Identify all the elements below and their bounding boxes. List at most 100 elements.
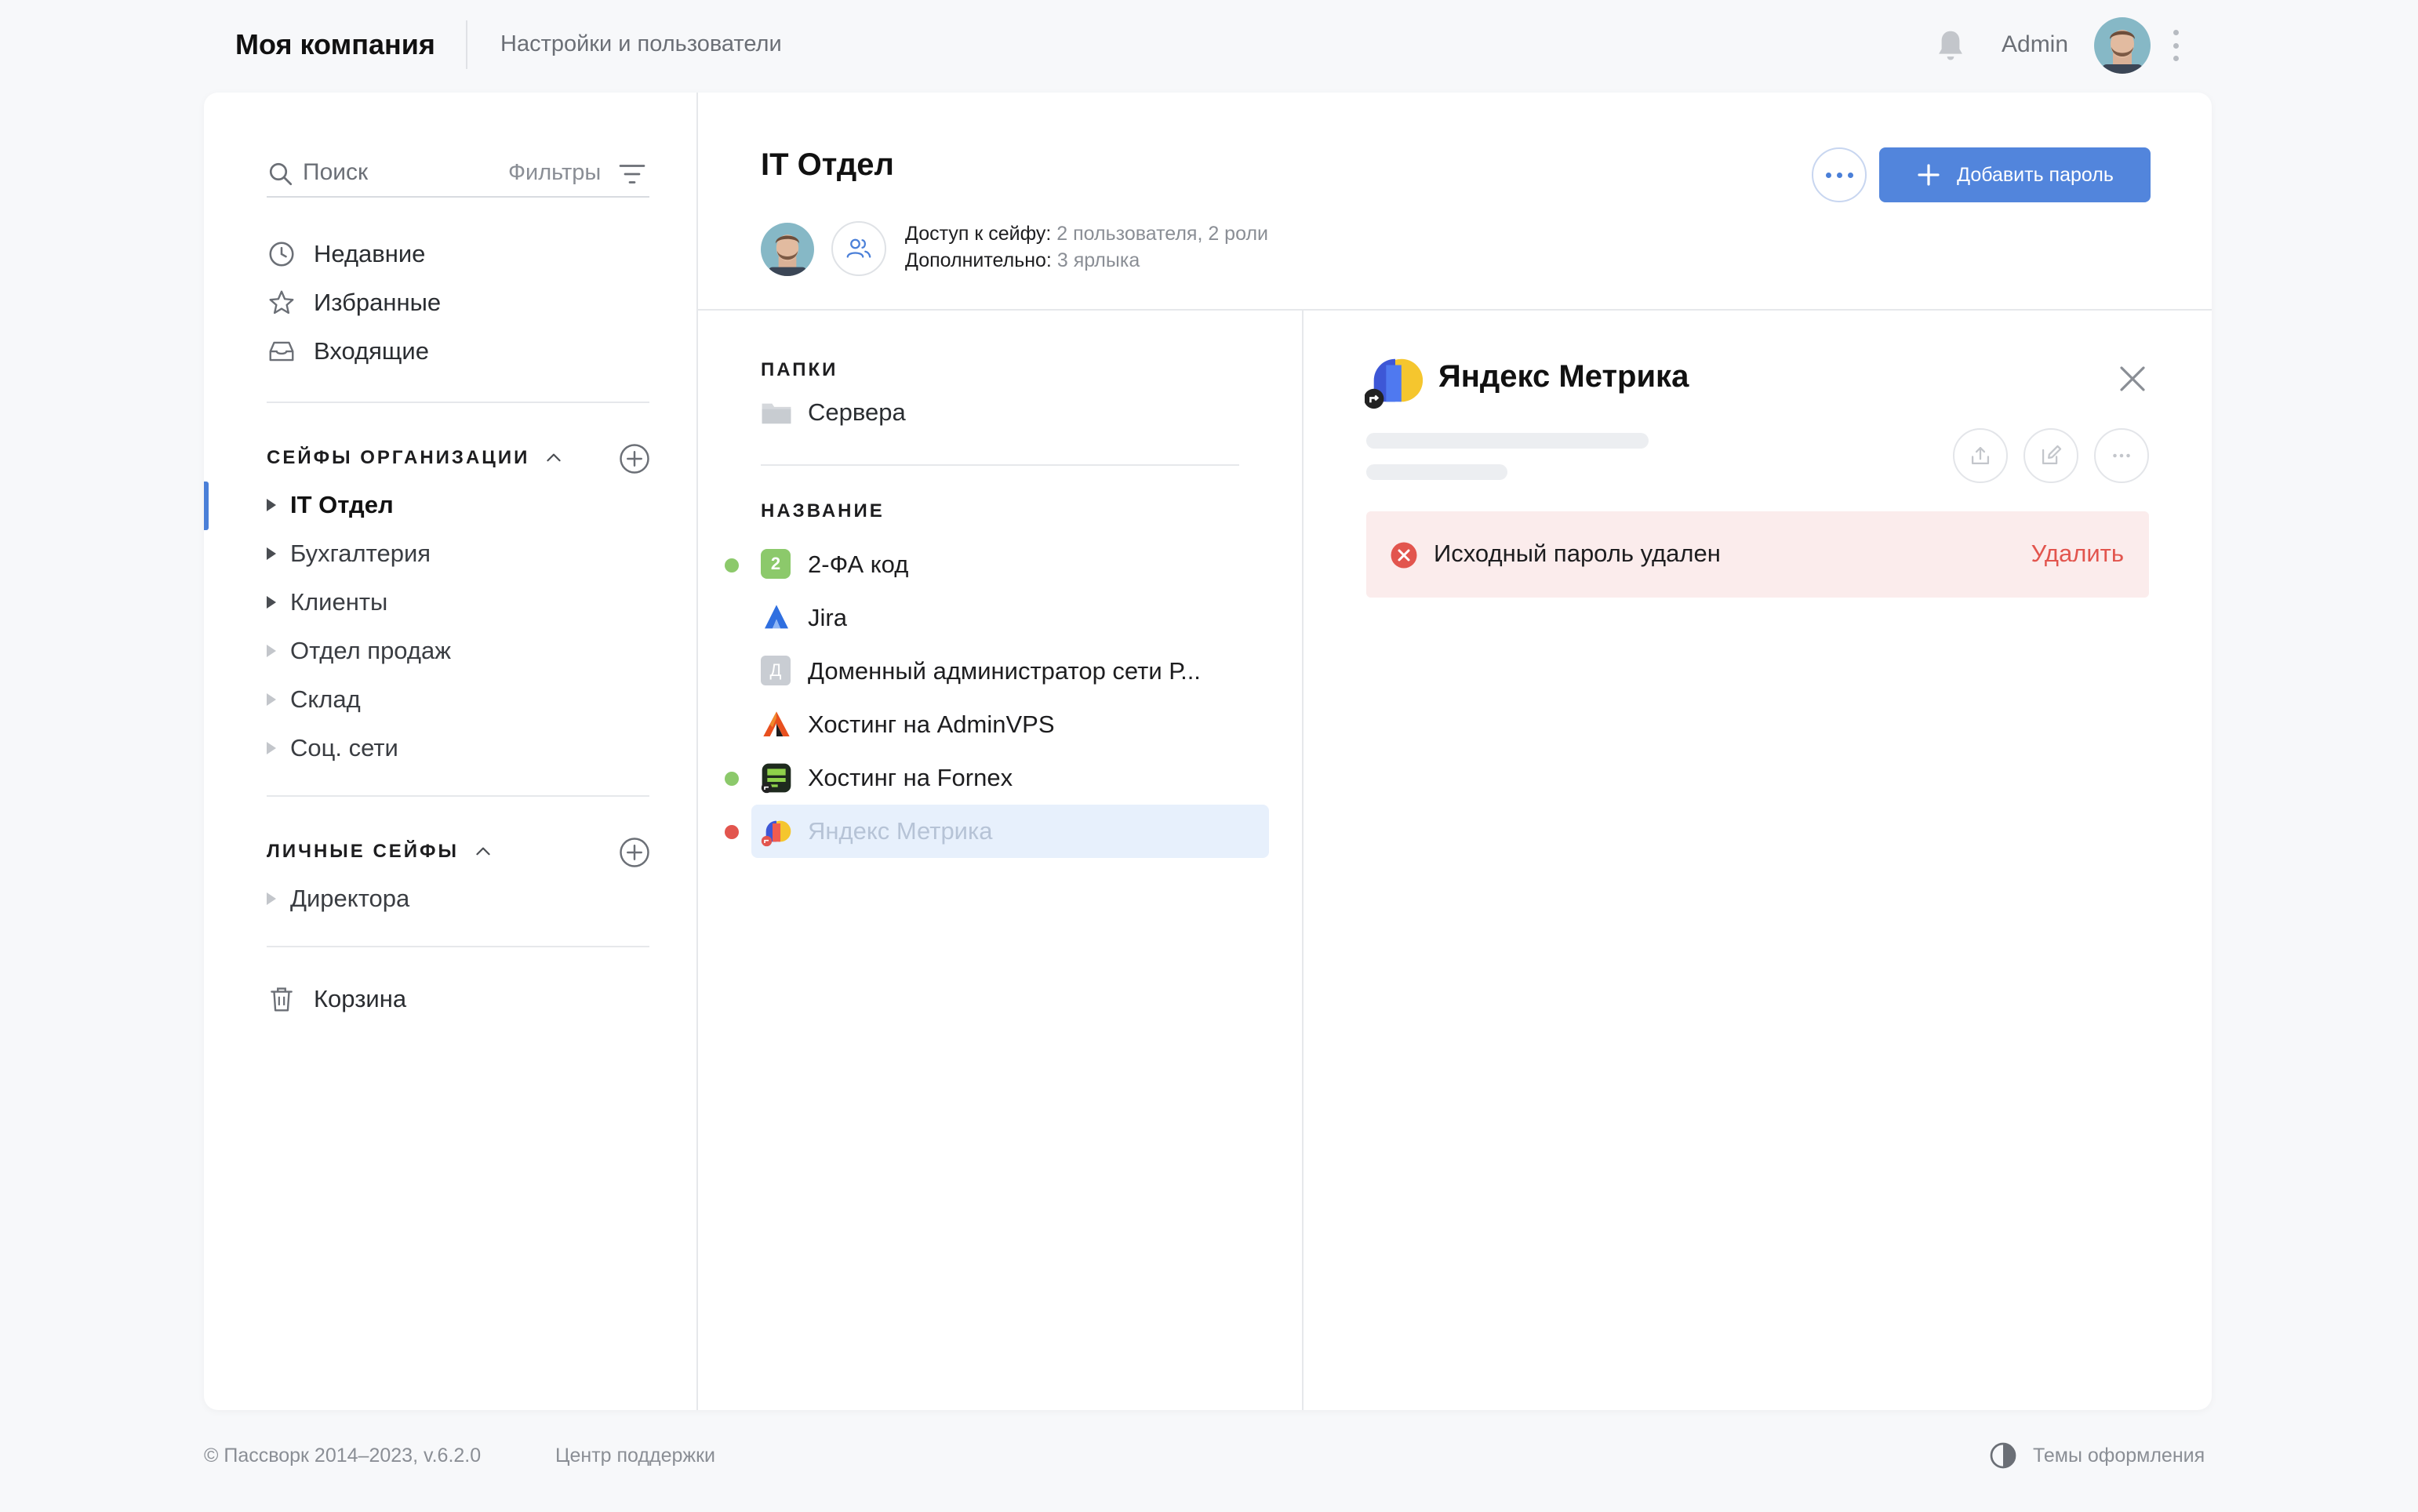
vault-user-avatar[interactable] bbox=[761, 223, 814, 276]
vault-extra-info: Дополнительно: 3 ярлыка bbox=[905, 249, 1140, 272]
theme-icon[interactable] bbox=[1989, 1441, 2017, 1470]
error-icon bbox=[1391, 542, 1417, 569]
users-icon bbox=[846, 238, 871, 258]
vault-title: IT Отдел bbox=[761, 147, 894, 182]
nav-trash[interactable]: Корзина bbox=[267, 982, 406, 1016]
access-value[interactable]: 2 пользователя, 2 роли bbox=[1056, 223, 1268, 245]
caret-right-icon[interactable] bbox=[267, 547, 276, 560]
folders-heading: ПАПКИ bbox=[761, 359, 838, 380]
vault-item-directors[interactable]: Директора bbox=[267, 881, 409, 916]
settings-link[interactable]: Настройки и пользователи bbox=[500, 31, 782, 57]
share-button[interactable] bbox=[1953, 428, 2008, 483]
vault-more-button[interactable] bbox=[1812, 147, 1867, 202]
chevron-up-icon[interactable] bbox=[473, 841, 493, 862]
themes-link[interactable]: Темы оформления bbox=[2033, 1445, 2205, 1467]
edit-button[interactable] bbox=[2023, 428, 2078, 483]
personal-vaults-title: ЛИЧНЫЕ СЕЙФЫ bbox=[267, 841, 460, 862]
edit-icon bbox=[2042, 445, 2062, 465]
nav-recent-label: Недавние bbox=[314, 240, 426, 267]
detail-more-button[interactable] bbox=[2094, 428, 2149, 483]
extra-value[interactable]: 3 ярлыка bbox=[1057, 249, 1140, 271]
support-link[interactable]: Центр поддержки bbox=[555, 1445, 715, 1467]
list-item[interactable]: Д Доменный администратор сети Р... bbox=[751, 645, 1269, 698]
skeleton-line bbox=[1366, 433, 1649, 449]
caret-right-icon bbox=[267, 693, 276, 706]
vault-item-sales[interactable]: Отдел продаж bbox=[267, 634, 451, 668]
main-card: Фильтры Недавние Избранные Входящие СЕЙФ… bbox=[204, 93, 2212, 1410]
vault-users-button[interactable] bbox=[831, 221, 886, 276]
filter-icon[interactable] bbox=[618, 162, 646, 187]
vault-label: Директора bbox=[290, 885, 410, 912]
status-dot-red bbox=[725, 825, 739, 839]
nav-inbox[interactable]: Входящие bbox=[267, 334, 429, 369]
sidebar-divider-1 bbox=[267, 402, 649, 403]
vault-label: Соц. сети bbox=[290, 734, 398, 761]
vault-item-warehouse[interactable]: Склад bbox=[267, 682, 361, 717]
skeleton-line bbox=[1366, 464, 1507, 480]
list-item[interactable]: Jira bbox=[751, 591, 1269, 645]
vault-label: IT Отдел bbox=[290, 491, 394, 518]
adminvps-icon bbox=[763, 711, 790, 736]
list-item[interactable]: 2 2-ФА код bbox=[751, 538, 1269, 591]
folder-item-servers[interactable]: Сервера bbox=[761, 395, 906, 430]
add-password-button[interactable]: Добавить пароль bbox=[1879, 147, 2151, 202]
inbox-icon bbox=[269, 341, 294, 362]
list-item[interactable]: Хостинг на AdminVPS bbox=[751, 698, 1269, 751]
nav-favorites[interactable]: Избранные bbox=[267, 285, 441, 320]
avatar[interactable] bbox=[2094, 17, 2151, 74]
caret-right-icon[interactable] bbox=[267, 596, 276, 609]
vault-access-info: Доступ к сейфу: 2 пользователя, 2 роли bbox=[905, 223, 1268, 245]
vault-item-it[interactable]: IT Отдел bbox=[267, 488, 394, 522]
caret-right-icon bbox=[267, 645, 276, 657]
list-item[interactable]: Хостинг на Fornex bbox=[751, 751, 1269, 805]
alert-text: Исходный пароль удален bbox=[1434, 540, 1721, 567]
names-heading: НАЗВАНИЕ bbox=[761, 500, 885, 522]
list-divider bbox=[761, 464, 1239, 466]
chevron-up-icon[interactable] bbox=[544, 448, 564, 468]
more-vertical-icon[interactable] bbox=[2168, 30, 2183, 61]
item-badge: Д bbox=[761, 656, 791, 685]
add-personal-vault-icon[interactable] bbox=[618, 836, 651, 869]
delete-button[interactable]: Удалить bbox=[2031, 540, 2124, 568]
caret-right-icon[interactable] bbox=[267, 499, 276, 511]
nav-recent[interactable]: Недавние bbox=[267, 237, 425, 271]
vault-item-social[interactable]: Соц. сети bbox=[267, 731, 398, 765]
sidebar-divider-3 bbox=[267, 946, 649, 947]
caret-right-icon bbox=[267, 892, 276, 905]
add-org-vault-icon[interactable] bbox=[618, 442, 651, 475]
badge-icon: 2 bbox=[761, 549, 792, 580]
nav-favorites-label: Избранные bbox=[314, 289, 442, 316]
item-label: Яндекс Метрика bbox=[808, 817, 993, 845]
user-name[interactable]: Admin bbox=[2002, 31, 2068, 58]
filters-button[interactable]: Фильтры bbox=[508, 160, 601, 186]
yandex-metrika-icon bbox=[761, 820, 791, 847]
folder-label: Сервера bbox=[808, 398, 906, 426]
detail-title: Яндекс Метрика bbox=[1438, 359, 1689, 394]
company-name[interactable]: Моя компания bbox=[235, 28, 435, 61]
org-vaults-header[interactable]: СЕЙФЫ ОРГАНИЗАЦИИ bbox=[267, 442, 564, 474]
vault-label: Отдел продаж bbox=[290, 637, 451, 664]
yandex-metrika-icon bbox=[1365, 358, 1424, 409]
status-dot-green bbox=[725, 558, 739, 572]
caret-right-icon bbox=[267, 742, 276, 754]
add-password-label: Добавить пароль bbox=[1957, 163, 2114, 186]
personal-vaults-header[interactable]: ЛИЧНЫЕ СЕЙФЫ bbox=[267, 836, 493, 867]
active-vault-indicator bbox=[204, 482, 209, 530]
item-label: Хостинг на Fornex bbox=[808, 764, 1013, 791]
sidebar-divider-2 bbox=[267, 795, 649, 797]
list-item[interactable]: Яндекс Метрика bbox=[751, 805, 1269, 858]
close-icon[interactable] bbox=[2116, 362, 2149, 395]
folder-icon bbox=[762, 403, 791, 424]
access-label: Доступ к сейфу: bbox=[905, 223, 1052, 245]
vault-label: Склад bbox=[290, 685, 361, 713]
nav-trash-label: Корзина bbox=[314, 985, 407, 1012]
plus-icon bbox=[1918, 164, 1940, 186]
bell-icon[interactable] bbox=[1934, 28, 1967, 64]
trash-icon bbox=[271, 987, 293, 1012]
vault-label: Клиенты bbox=[290, 588, 388, 616]
footer-copyright: © Пассворк 2014–2023, v.6.2.0 bbox=[204, 1445, 482, 1467]
vault-item-accounting[interactable]: Бухгалтерия bbox=[267, 536, 431, 571]
item-label: Jira bbox=[808, 604, 847, 631]
vault-item-clients[interactable]: Клиенты bbox=[267, 585, 387, 620]
search-input[interactable] bbox=[303, 157, 491, 188]
